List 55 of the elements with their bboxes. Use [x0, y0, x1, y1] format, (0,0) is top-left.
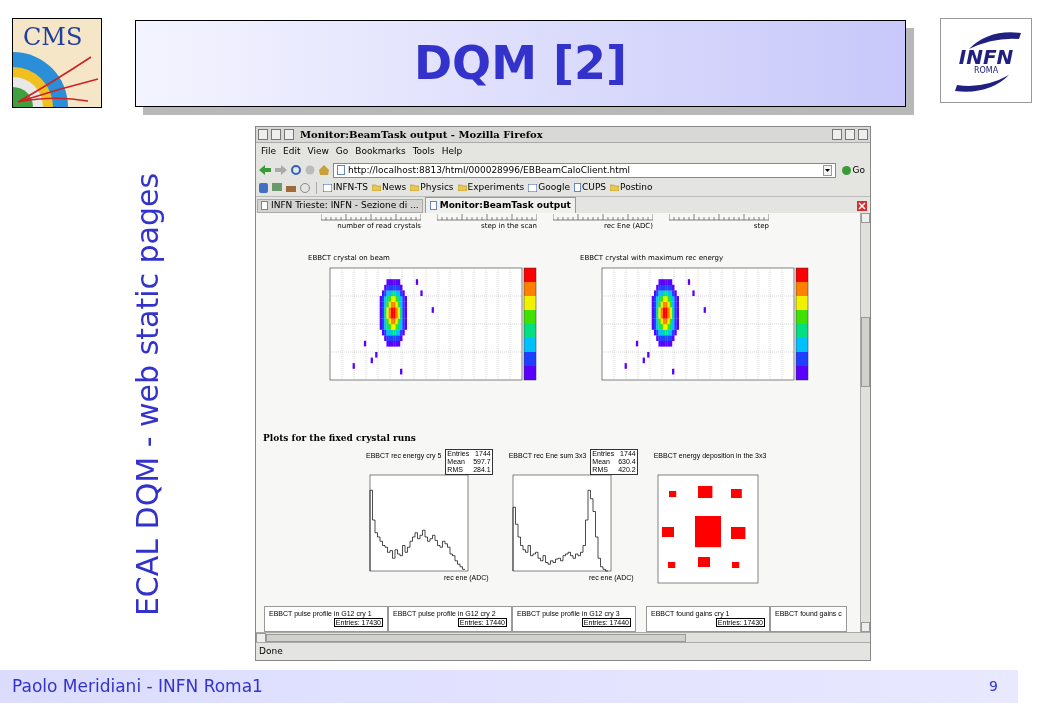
- menu-item[interactable]: Bookmarks: [355, 145, 406, 159]
- address-field[interactable]: http://localhost:8813/html/000028996/EBBeamCaloClient.html: [333, 162, 836, 178]
- window-button[interactable]: [258, 129, 268, 140]
- folder-icon: [610, 184, 620, 192]
- go-button[interactable]: Go: [839, 163, 867, 178]
- bookmark-link[interactable]: Experiments: [457, 181, 525, 195]
- window-title: Monitor:BeamTask output - Mozilla Firefox: [300, 128, 544, 142]
- menu-item[interactable]: View: [307, 145, 329, 159]
- menu-item[interactable]: Help: [441, 145, 463, 159]
- bookmark-link[interactable]: Physics: [410, 181, 454, 195]
- window-button[interactable]: [845, 129, 855, 140]
- deposit-square: [731, 562, 739, 569]
- slide-title: DQM [2]: [413, 35, 628, 92]
- deposit-square: [694, 516, 721, 548]
- menu-item[interactable]: File: [261, 145, 277, 159]
- back-icon[interactable]: [259, 165, 271, 176]
- folder-icon: [371, 184, 381, 192]
- window-button[interactable]: [271, 129, 281, 140]
- go-icon: [841, 165, 851, 175]
- bookmark-link[interactable]: INFN-TS: [323, 181, 368, 195]
- logo-text: CMS: [23, 25, 83, 49]
- page-icon: [429, 200, 437, 210]
- logo-text: INFN: [958, 46, 1014, 67]
- bookmark-link[interactable]: CUPS: [574, 181, 607, 195]
- bookmark-link[interactable]: Google: [528, 181, 570, 195]
- menu-item[interactable]: Tools: [412, 145, 435, 159]
- bookmark-link[interactable]: Postino: [610, 181, 653, 195]
- vertical-scrollbar[interactable]: [860, 212, 870, 633]
- window-button[interactable]: [284, 129, 294, 140]
- page-number: 9: [989, 677, 999, 696]
- side-title: ECAL DQM - web static pages: [129, 172, 167, 616]
- dropdown-icon[interactable]: [822, 164, 832, 176]
- deposit-square: [667, 562, 675, 569]
- browser-tab[interactable]: INFN Trieste: INFN - Sezione di ...: [257, 198, 423, 213]
- folder-icon: [410, 184, 420, 192]
- deposit-square: [730, 489, 742, 499]
- window-button[interactable]: [858, 129, 868, 140]
- status-text: Done: [259, 644, 283, 658]
- page-icon: [574, 183, 581, 193]
- deposit-square: [661, 527, 674, 538]
- window-button[interactable]: [832, 129, 842, 140]
- menu-item[interactable]: Edit: [283, 145, 301, 159]
- logo-subtext: ROMA: [973, 66, 999, 75]
- reload-icon[interactable]: [291, 165, 301, 176]
- folder-icon: [457, 184, 467, 192]
- page-icon: [261, 201, 268, 211]
- close-icon[interactable]: [857, 200, 867, 211]
- horizontal-scrollbar[interactable]: [256, 632, 870, 643]
- bookmark-link[interactable]: News: [371, 181, 407, 195]
- footer-text: Paolo Meridiani - INFN Roma1: [12, 674, 263, 698]
- page-icon: [337, 165, 345, 176]
- deposit-square: [697, 557, 710, 568]
- deposit-square: [668, 491, 676, 498]
- menu-item[interactable]: Go: [335, 145, 349, 159]
- section-heading: Plots for the fixed crystal runs: [262, 431, 417, 445]
